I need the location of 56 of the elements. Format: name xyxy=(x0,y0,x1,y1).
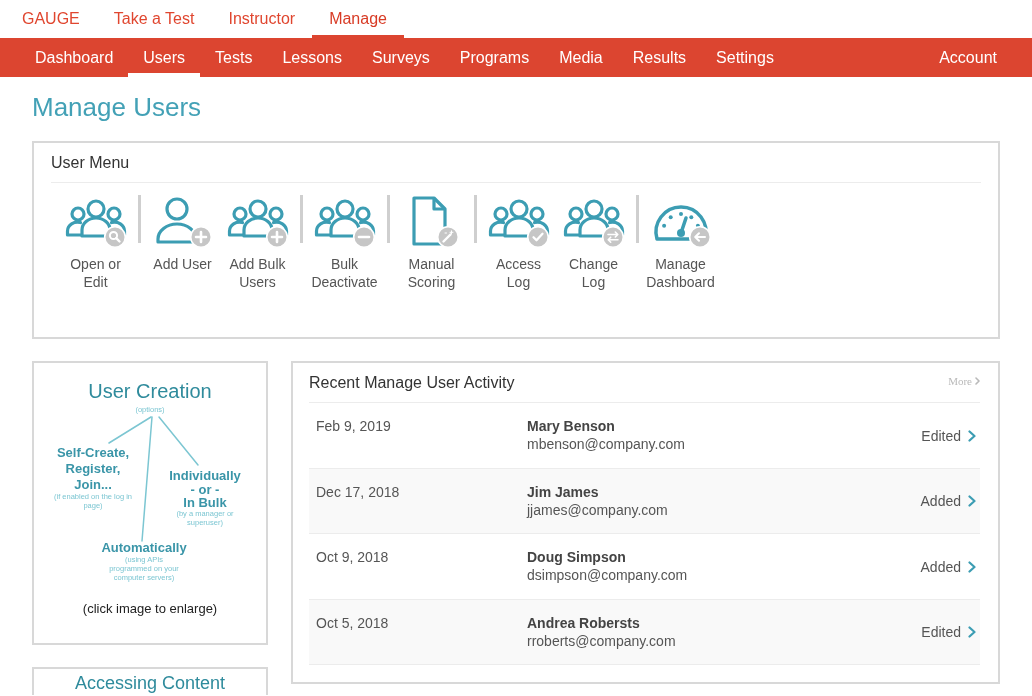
nav-tab[interactable]: Results xyxy=(617,38,702,77)
page-title: Manage Users xyxy=(32,91,203,123)
user-name: Doug Simpson xyxy=(527,548,626,566)
activity-date: Oct 5, 2018 xyxy=(316,613,390,632)
user-menu-link[interactable]: Manage Dashboard xyxy=(645,195,716,291)
activity-action: Added xyxy=(920,557,961,576)
activity-action: Added xyxy=(920,492,961,511)
user-name: Andrea Robersts xyxy=(527,613,640,632)
user-email: jjames@company.com xyxy=(527,500,668,519)
diagram-label: Automatically xyxy=(101,540,187,555)
account-link[interactable]: Account xyxy=(924,38,1012,77)
activity-action: Edited xyxy=(921,426,961,445)
activity-date: Oct 9, 2018 xyxy=(316,548,390,566)
connector-line xyxy=(158,416,199,466)
panel-title: User Menu xyxy=(51,143,981,183)
activity-date: Feb 9, 2019 xyxy=(316,417,392,435)
activity-row[interactable]: Dec 17, 2018 Jim James jjames@company.com Added xyxy=(309,468,980,534)
user-menu-link[interactable]: Access Log xyxy=(483,195,554,291)
nav-tab[interactable]: Users xyxy=(128,38,201,77)
diagram-label: Self-Create, Register, Join... xyxy=(56,445,130,493)
diagram-label: Individually - or - In Bulk xyxy=(169,469,241,510)
user-menu-link[interactable]: Add Bulk Users xyxy=(222,195,293,291)
activity-row[interactable]: Oct 5, 2018 Andrea Robersts rroberts@company.com Edited xyxy=(309,599,980,665)
nav-tab[interactable]: Surveys xyxy=(357,38,445,77)
user-menu-link[interactable]: Add User xyxy=(147,195,218,291)
top-nav-link[interactable]: Instructor xyxy=(211,0,313,38)
enlarge-image-link[interactable]: (click image to enlarge) xyxy=(82,601,218,617)
activity-row[interactable]: Oct 9, 2018 Doug Simpson dsimpson@company.com Added xyxy=(309,534,980,600)
user-email: dsimpson@company.com xyxy=(527,566,688,584)
nav-tab[interactable]: Lessons xyxy=(267,38,357,77)
activity-row[interactable]: Feb 9, 2019 Mary Benson mbenson@company.com Edited xyxy=(309,403,980,469)
diagram-title: User Creation xyxy=(88,380,212,402)
chevron-right-icon xyxy=(975,377,980,385)
user-name: Jim James xyxy=(527,482,599,501)
activity-action: Edited xyxy=(921,623,961,642)
user-email: mbenson@company.com xyxy=(527,435,685,453)
user-name: Mary Benson xyxy=(527,417,615,435)
nav-tab[interactable]: Media xyxy=(544,38,618,77)
nav-tab[interactable]: Tests xyxy=(200,38,268,77)
chevron-right-icon xyxy=(968,495,976,508)
user-email: rroberts@company.com xyxy=(527,631,676,650)
nav-tab[interactable]: Dashboard xyxy=(20,38,129,77)
user-menu-link[interactable]: Bulk Deactivate xyxy=(309,195,380,291)
user-menu-link[interactable]: Manual Scoring xyxy=(396,195,467,291)
user-menu-link[interactable]: Open or Edit xyxy=(60,195,131,291)
nav-tab[interactable]: Settings xyxy=(701,38,789,77)
nav-tab[interactable]: Programs xyxy=(444,38,545,77)
chevron-right-icon xyxy=(968,626,976,639)
user-menu-link[interactable]: Change Log xyxy=(558,195,629,291)
chevron-right-icon xyxy=(968,429,976,442)
chevron-right-icon xyxy=(968,560,976,573)
panel-title: Recent Manage User Activity xyxy=(309,373,515,393)
top-nav-link[interactable]: Take a Test xyxy=(96,0,212,38)
activity-date: Dec 17, 2018 xyxy=(316,482,401,501)
top-nav-link[interactable]: GAUGE xyxy=(5,0,97,38)
diagram-title: Accessing Content xyxy=(74,673,226,693)
